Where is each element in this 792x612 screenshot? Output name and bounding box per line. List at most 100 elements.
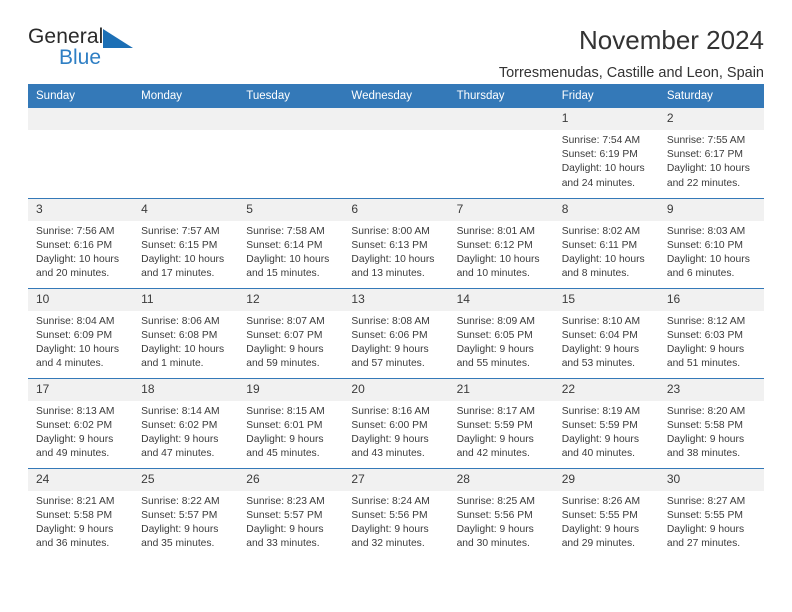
calendar-day-cell[interactable]: 2 Sunrise: 7:55 AM Sunset: 6:17 PM Daylight… [658,108,764,198]
sunrise-time: Sunrise: 7:58 AM [246,225,325,237]
title-block: November 2024 Torresmenudas, Castille an… [499,26,764,81]
sunrise-time: Sunrise: 8:17 AM [456,405,535,417]
page-header: General Blue November 2024 Torresmenudas… [28,0,764,81]
day-number: 25 [133,468,239,491]
calendar-day-cell[interactable]: 21 Sunrise: 8:17 AM Sunset: 5:59 PM Dayligh… [448,377,554,468]
day-details: Sunrise: 7:56 AM Sunset: 6:16 PM Daylight:… [28,221,133,282]
sunset-time: Sunset: 6:17 PM [666,149,743,161]
calendar-day-cell[interactable]: 20 Sunrise: 8:16 AM Sunset: 6:00 PM Dayligh… [343,377,449,468]
calendar-day-cell[interactable]: 26 Sunrise: 8:23 AM Sunset: 5:57 PM Dayligh… [238,467,344,558]
daylight-duration: Daylight: 9 hours and 36 minutes. [36,523,114,550]
calendar-day-cell[interactable]: 17 Sunrise: 8:13 AM Sunset: 6:02 PM Dayligh… [28,377,134,468]
day-details: Sunrise: 8:19 AM Sunset: 5:59 PM Daylight:… [554,401,659,462]
calendar-day-cell-empty [343,108,449,198]
sunset-time: Sunset: 5:56 PM [351,509,428,521]
daylight-duration: Daylight: 9 hours and 59 minutes. [246,343,324,370]
day-details: Sunrise: 8:20 AM Sunset: 5:58 PM Daylight:… [659,401,764,462]
calendar-day-cell[interactable]: 30 Sunrise: 8:27 AM Sunset: 5:55 PM Dayligh… [658,467,764,558]
sunrise-time: Sunrise: 8:06 AM [141,315,220,327]
logo-text-blue: Blue [59,46,102,69]
sunset-time: Sunset: 6:16 PM [36,239,113,251]
day-details: Sunrise: 8:06 AM Sunset: 6:08 PM Daylight:… [133,311,238,372]
day-number: 26 [238,468,344,491]
calendar-week-row: 24 Sunrise: 8:21 AM Sunset: 5:58 PM Dayligh… [28,467,764,558]
calendar-day-cell[interactable]: 9 Sunrise: 8:03 AM Sunset: 6:10 PM Daylight… [658,197,764,288]
sunrise-time: Sunrise: 8:27 AM [666,495,746,507]
calendar-day-cell[interactable]: 7 Sunrise: 8:01 AM Sunset: 6:12 PM Daylight… [448,197,554,288]
day-details: Sunrise: 8:03 AM Sunset: 6:10 PM Daylight:… [659,221,764,282]
sunset-time: Sunset: 6:08 PM [141,329,218,341]
calendar-day-cell[interactable]: 12 Sunrise: 8:07 AM Sunset: 6:07 PM Dayligh… [238,287,344,378]
calendar-day-cell[interactable]: 27 Sunrise: 8:24 AM Sunset: 5:56 PM Dayligh… [343,467,449,558]
calendar-day-cell[interactable]: 19 Sunrise: 8:15 AM Sunset: 6:01 PM Dayligh… [238,377,344,468]
sunset-time: Sunset: 5:55 PM [561,509,638,521]
weekday-header-wednesday: Wednesday [343,84,449,108]
day-number: 23 [658,378,764,401]
daylight-duration: Daylight: 10 hours and 6 minutes. [666,253,750,280]
day-number: 1 [553,108,659,130]
day-details: Sunrise: 8:16 AM Sunset: 6:00 PM Daylight:… [343,401,448,462]
day-number: 30 [658,468,764,491]
sunset-time: Sunset: 6:07 PM [246,329,323,341]
generalblue-logo[interactable]: General Blue [28,26,146,74]
day-number: 7 [448,198,554,221]
day-number: 28 [448,468,554,491]
calendar-day-cell[interactable]: 22 Sunrise: 8:19 AM Sunset: 5:59 PM Dayligh… [553,377,659,468]
calendar-day-cell[interactable]: 16 Sunrise: 8:12 AM Sunset: 6:03 PM Dayligh… [658,287,764,378]
calendar-day-cell[interactable]: 24 Sunrise: 8:21 AM Sunset: 5:58 PM Dayligh… [28,467,134,558]
calendar-day-cell[interactable]: 3 Sunrise: 7:56 AM Sunset: 6:16 PM Daylight… [28,197,134,288]
calendar-day-cell[interactable]: 13 Sunrise: 8:08 AM Sunset: 6:06 PM Dayligh… [343,287,449,378]
calendar-day-cell[interactable]: 5 Sunrise: 7:58 AM Sunset: 6:14 PM Daylight… [238,197,344,288]
day-number: 3 [28,198,134,221]
calendar-day-cell-empty [133,108,239,198]
calendar-day-cell[interactable]: 14 Sunrise: 8:09 AM Sunset: 6:05 PM Dayligh… [448,287,554,378]
calendar-day-cell[interactable]: 6 Sunrise: 8:00 AM Sunset: 6:13 PM Daylight… [343,197,449,288]
sunrise-time: Sunrise: 8:22 AM [141,495,220,507]
day-details: Sunrise: 7:55 AM Sunset: 6:17 PM Daylight:… [659,130,764,191]
calendar-day-cell[interactable]: 28 Sunrise: 8:25 AM Sunset: 5:56 PM Dayligh… [448,467,554,558]
daylight-duration: Daylight: 9 hours and 33 minutes. [246,523,324,550]
calendar-day-cell[interactable]: 23 Sunrise: 8:20 AM Sunset: 5:58 PM Dayligh… [658,377,764,468]
logo-text-general: General [28,25,104,48]
calendar-day-cell[interactable]: 11 Sunrise: 8:06 AM Sunset: 6:08 PM Dayligh… [133,287,239,378]
day-number: 5 [238,198,344,221]
day-number: 11 [133,288,239,311]
sunset-time: Sunset: 6:11 PM [561,239,638,251]
calendar-week-row: 3 Sunrise: 7:56 AM Sunset: 6:16 PM Daylight… [28,197,764,288]
day-number: 2 [658,108,764,130]
day-number: 17 [28,378,134,401]
day-details: Sunrise: 7:57 AM Sunset: 6:15 PM Daylight:… [133,221,238,282]
daylight-duration: Daylight: 9 hours and 38 minutes. [666,433,745,460]
day-details: Sunrise: 8:07 AM Sunset: 6:07 PM Daylight:… [238,311,343,372]
day-number: 19 [238,378,344,401]
sunset-time: Sunset: 5:58 PM [36,509,113,521]
sunset-time: Sunset: 6:09 PM [36,329,113,341]
calendar-day-cell[interactable]: 25 Sunrise: 8:22 AM Sunset: 5:57 PM Dayligh… [133,467,239,558]
calendar-day-cell[interactable]: 4 Sunrise: 7:57 AM Sunset: 6:15 PM Daylight… [133,197,239,288]
day-details: Sunrise: 8:10 AM Sunset: 6:04 PM Daylight:… [554,311,659,372]
calendar-day-cell[interactable]: 10 Sunrise: 8:04 AM Sunset: 6:09 PM Dayligh… [28,287,134,378]
daylight-duration: Daylight: 10 hours and 8 minutes. [561,253,645,280]
daylight-duration: Daylight: 9 hours and 27 minutes. [666,523,745,550]
sunset-time: Sunset: 5:56 PM [456,509,533,521]
day-number: 14 [448,288,554,311]
sunrise-time: Sunrise: 8:20 AM [666,405,746,417]
page-title: November 2024 [579,25,764,55]
daylight-duration: Daylight: 9 hours and 42 minutes. [456,433,534,460]
day-number [238,108,344,130]
day-details: Sunrise: 8:23 AM Sunset: 5:57 PM Daylight:… [238,491,343,552]
sunrise-time: Sunrise: 8:02 AM [561,225,641,237]
calendar-day-cell[interactable]: 1 Sunrise: 7:54 AM Sunset: 6:19 PM Daylight… [553,108,659,198]
sunset-time: Sunset: 6:19 PM [561,149,638,161]
sunrise-time: Sunrise: 8:13 AM [36,405,115,417]
calendar-day-cell[interactable]: 8 Sunrise: 8:02 AM Sunset: 6:11 PM Daylight… [553,197,659,288]
day-details: Sunrise: 7:54 AM Sunset: 6:19 PM Daylight:… [554,130,659,191]
calendar-day-cell[interactable]: 18 Sunrise: 8:14 AM Sunset: 6:02 PM Dayligh… [133,377,239,468]
calendar-body: 1 Sunrise: 7:54 AM Sunset: 6:19 PM Daylight… [28,108,764,558]
calendar-day-cell[interactable]: 15 Sunrise: 8:10 AM Sunset: 6:04 PM Dayligh… [553,287,659,378]
calendar-week-row: 1 Sunrise: 7:54 AM Sunset: 6:19 PM Daylight… [28,108,764,198]
day-number [448,108,554,130]
calendar-day-cell[interactable]: 29 Sunrise: 8:26 AM Sunset: 5:55 PM Dayligh… [553,467,659,558]
sunrise-time: Sunrise: 8:21 AM [36,495,115,507]
daylight-duration: Daylight: 10 hours and 22 minutes. [666,163,750,189]
